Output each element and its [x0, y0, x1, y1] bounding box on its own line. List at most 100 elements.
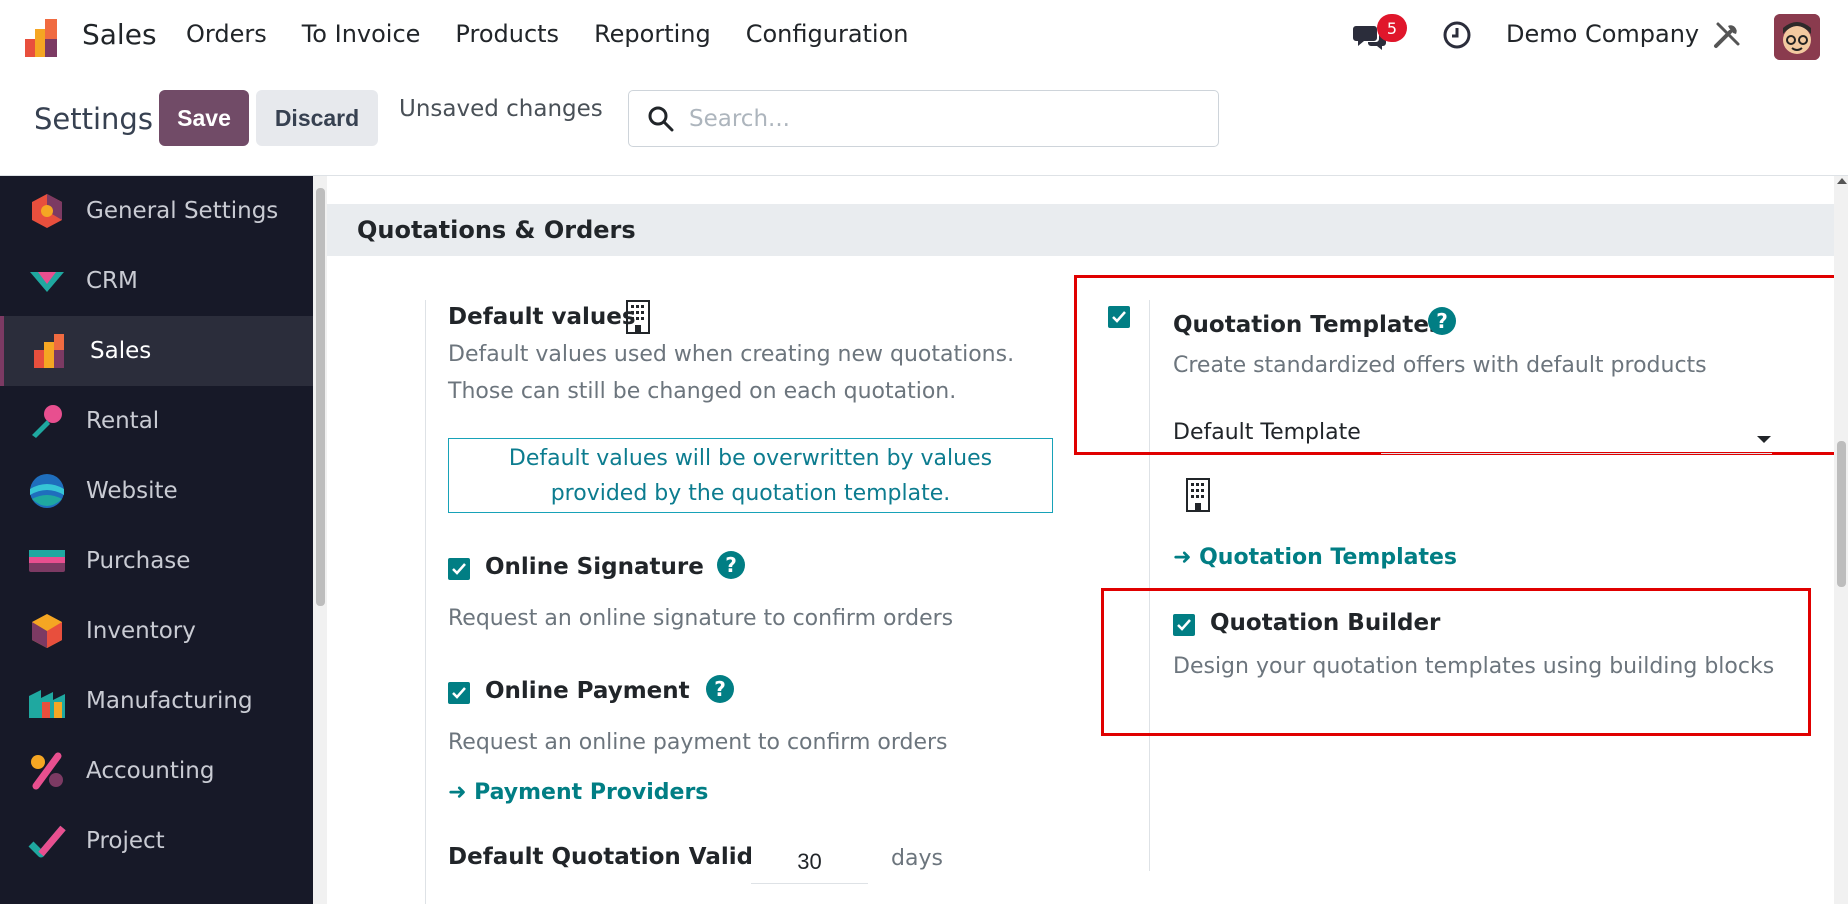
sales-app-icon[interactable] [25, 19, 65, 57]
settings-content: Quotations & Orders Default values Defau… [327, 176, 1834, 904]
save-button[interactable]: Save [159, 90, 249, 146]
sidebar-scrollbar[interactable] [313, 176, 327, 904]
general-settings-icon [32, 194, 62, 228]
partial-app-icon [28, 894, 66, 904]
default-values-desc-1: Default values used when creating new qu… [448, 342, 1015, 367]
content-scrollbar[interactable] [1834, 176, 1848, 904]
control-panel: Settings Save Discard Unsaved changes [0, 74, 1848, 176]
default-template-label: Default Template [1173, 420, 1361, 445]
company-building-icon [626, 300, 650, 334]
quotation-templates-checkbox[interactable] [1108, 306, 1130, 328]
quotation-builder-title[interactable]: Quotation Builder [1210, 610, 1440, 636]
search-input[interactable] [689, 99, 1199, 139]
search-box[interactable] [628, 90, 1219, 147]
tools-icon[interactable] [1712, 20, 1742, 50]
quotation-builder-desc: Design your quotation templates using bu… [1173, 654, 1775, 679]
clock-icon[interactable] [1442, 20, 1472, 50]
sidebar-item-label: Accounting [86, 758, 215, 784]
sidebar-item-label: CRM [86, 268, 138, 294]
help-icon[interactable]: ? [716, 550, 746, 580]
sidebar-item-partial[interactable] [0, 876, 313, 904]
svg-text:?: ? [1436, 309, 1448, 333]
sidebar-item-label: Project [86, 828, 165, 854]
quotation-templates-link-label: Quotation Templates [1199, 545, 1458, 570]
sidebar-item-label: Purchase [86, 548, 191, 574]
arrow-right-icon: ➜ [448, 780, 475, 805]
sales-icon [34, 334, 64, 368]
online-signature-checkbox[interactable] [448, 558, 470, 580]
page-title: Settings [34, 102, 153, 136]
check-icon [1177, 619, 1191, 631]
accounting-icon [31, 752, 63, 790]
online-signature-desc: Request an online signature to confirm o… [448, 606, 954, 631]
quotation-validity-input[interactable] [751, 840, 868, 884]
left-column-divider [425, 300, 426, 904]
project-icon [28, 825, 66, 858]
sidebar-item-purchase[interactable]: Purchase [0, 526, 313, 596]
sidebar-item-label: Website [86, 478, 178, 504]
crm-icon [30, 272, 64, 292]
help-icon[interactable]: ? [705, 674, 735, 704]
sidebar-item-label: Rental [86, 408, 160, 434]
quotation-templates-link[interactable]: ➜ Quotation Templates [1173, 545, 1457, 570]
default-template-select[interactable] [1381, 453, 1772, 454]
quotation-builder-checkbox[interactable] [1173, 614, 1195, 636]
sidebar-item-website[interactable]: Website [0, 456, 313, 526]
menu-products[interactable]: Products [455, 20, 559, 48]
payment-providers-link[interactable]: ➜ Payment Providers [448, 780, 708, 805]
svg-text:?: ? [714, 677, 726, 701]
sidebar-item-label: General Settings [86, 198, 279, 224]
inventory-icon [32, 614, 62, 648]
chat-badge: 5 [1377, 14, 1407, 42]
help-icon[interactable]: ? [1427, 306, 1457, 336]
default-values-notice: Default values will be overwritten by va… [448, 438, 1053, 513]
online-signature-title[interactable]: Online Signature [485, 554, 704, 580]
sidebar-item-inventory[interactable]: Inventory [0, 596, 313, 666]
search-icon [648, 106, 674, 132]
sidebar-item-general-settings[interactable]: General Settings [0, 176, 313, 246]
default-values-title: Default values [448, 304, 636, 330]
check-icon [452, 687, 466, 699]
sidebar-item-crm[interactable]: CRM [0, 246, 313, 316]
content-scrollbar-thumb[interactable] [1837, 441, 1846, 587]
sidebar-item-rental[interactable]: Rental [0, 386, 313, 456]
chevron-down-icon[interactable] [1757, 436, 1771, 443]
section-title: Quotations & Orders [357, 216, 636, 244]
default-values-desc-2: Those can still be changed on each quota… [448, 379, 957, 404]
purchase-icon [29, 550, 65, 572]
menu-configuration[interactable]: Configuration [746, 20, 909, 48]
scroll-up-icon[interactable] [1837, 178, 1847, 184]
top-navbar: Sales Orders To Invoice Products Reporti… [0, 0, 1848, 74]
menu-to-invoice[interactable]: To Invoice [302, 20, 421, 48]
online-payment-title[interactable]: Online Payment [485, 678, 690, 704]
website-icon [30, 474, 64, 508]
quotation-validity-unit: days [891, 846, 943, 871]
sidebar-item-label: Inventory [86, 618, 196, 644]
sidebar-item-sales[interactable]: Sales [0, 316, 313, 386]
sidebar-item-label: Sales [90, 338, 152, 364]
company-building-icon [1186, 478, 1210, 512]
settings-sidebar: General Settings CRM Sales Rental Websit… [0, 176, 313, 904]
arrow-right-icon: ➜ [1173, 545, 1200, 570]
online-payment-checkbox[interactable] [448, 682, 470, 704]
rental-icon [32, 405, 62, 438]
unsaved-status: Unsaved changes [399, 96, 603, 122]
company-switcher[interactable]: Demo Company [1506, 20, 1699, 48]
app-name[interactable]: Sales [82, 18, 157, 51]
menu-orders[interactable]: Orders [186, 20, 267, 48]
user-avatar[interactable] [1774, 14, 1820, 60]
check-icon [452, 563, 466, 575]
online-payment-desc: Request an online payment to confirm ord… [448, 730, 948, 755]
check-icon [1112, 311, 1126, 323]
discard-button[interactable]: Discard [256, 90, 378, 146]
quotation-templates-desc: Create standardized offers with default … [1173, 353, 1707, 378]
svg-text:?: ? [725, 553, 737, 577]
quotation-templates-title[interactable]: Quotation Templates [1173, 312, 1443, 338]
menu-reporting[interactable]: Reporting [594, 20, 711, 48]
sidebar-item-project[interactable]: Project [0, 806, 313, 876]
sidebar-scrollbar-thumb[interactable] [316, 188, 325, 606]
main-menu: Orders To Invoice Products Reporting Con… [186, 20, 944, 48]
sidebar-item-accounting[interactable]: Accounting [0, 736, 313, 806]
payment-providers-label: Payment Providers [474, 780, 709, 805]
sidebar-item-manufacturing[interactable]: Manufacturing [0, 666, 313, 736]
